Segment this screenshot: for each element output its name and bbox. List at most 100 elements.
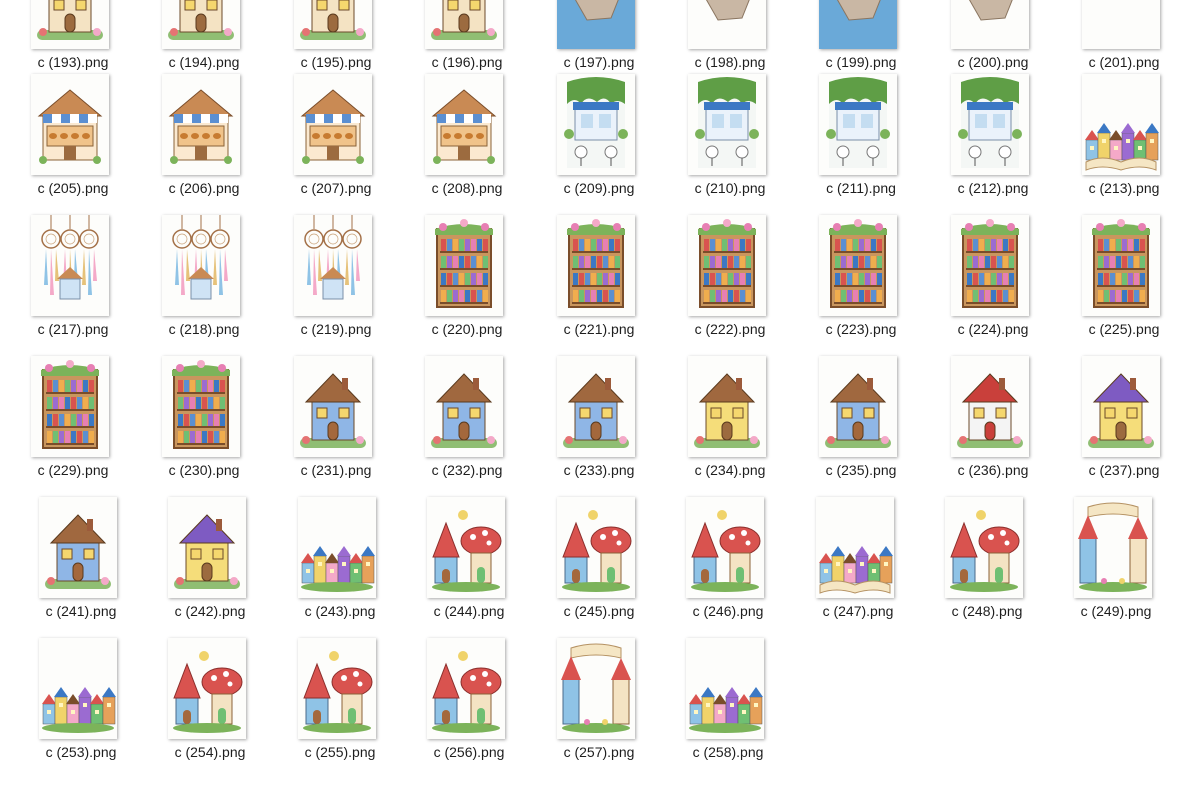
file-thumbnail[interactable] bbox=[816, 497, 894, 598]
file-name[interactable]: c (236).png bbox=[933, 462, 1053, 478]
file-name[interactable]: c (256).png bbox=[409, 744, 529, 760]
file-name[interactable]: c (212).png bbox=[933, 180, 1053, 196]
file-item[interactable]: c (225).png bbox=[1064, 215, 1184, 347]
file-item[interactable]: c (199).png bbox=[801, 0, 921, 80]
file-item[interactable]: c (219).png bbox=[276, 215, 396, 347]
file-thumbnail[interactable] bbox=[686, 497, 764, 598]
file-item[interactable]: c (229).png bbox=[13, 356, 133, 488]
file-thumbnail[interactable] bbox=[1082, 356, 1160, 457]
file-name[interactable]: c (219).png bbox=[276, 321, 396, 337]
file-name[interactable]: c (193).png bbox=[13, 54, 133, 70]
file-thumbnail[interactable] bbox=[294, 74, 372, 175]
file-item[interactable]: c (258).png bbox=[668, 638, 788, 770]
file-name[interactable]: c (207).png bbox=[276, 180, 396, 196]
file-thumbnail[interactable] bbox=[557, 497, 635, 598]
file-name[interactable]: c (242).png bbox=[150, 603, 270, 619]
file-thumbnail[interactable] bbox=[427, 497, 505, 598]
file-name[interactable]: c (201).png bbox=[1064, 54, 1184, 70]
file-item[interactable]: c (244).png bbox=[409, 497, 529, 629]
file-item[interactable]: c (233).png bbox=[539, 356, 659, 488]
file-name[interactable]: c (195).png bbox=[276, 54, 396, 70]
file-name[interactable]: c (222).png bbox=[670, 321, 790, 337]
file-name[interactable]: c (247).png bbox=[798, 603, 918, 619]
file-item[interactable]: c (247).png bbox=[798, 497, 918, 629]
file-name[interactable]: c (220).png bbox=[407, 321, 527, 337]
file-name[interactable]: c (211).png bbox=[801, 180, 921, 196]
file-thumbnail[interactable] bbox=[945, 497, 1023, 598]
file-item[interactable]: c (230).png bbox=[144, 356, 264, 488]
file-item[interactable]: c (235).png bbox=[801, 356, 921, 488]
file-thumbnail[interactable] bbox=[688, 0, 766, 49]
file-thumbnail[interactable] bbox=[1082, 0, 1160, 49]
file-name[interactable]: c (209).png bbox=[539, 180, 659, 196]
file-thumbnail[interactable] bbox=[168, 497, 246, 598]
file-thumbnail[interactable] bbox=[1074, 497, 1152, 598]
file-thumbnail[interactable] bbox=[819, 215, 897, 316]
file-item[interactable]: c (212).png bbox=[933, 74, 1053, 206]
file-item[interactable]: c (248).png bbox=[927, 497, 1047, 629]
file-item[interactable]: c (217).png bbox=[13, 215, 133, 347]
file-name[interactable]: c (249).png bbox=[1056, 603, 1176, 619]
file-thumbnail[interactable] bbox=[557, 215, 635, 316]
file-name[interactable]: c (223).png bbox=[801, 321, 921, 337]
file-item[interactable]: c (210).png bbox=[670, 74, 790, 206]
file-item[interactable]: c (209).png bbox=[539, 74, 659, 206]
file-thumbnail[interactable] bbox=[425, 0, 503, 49]
file-thumbnail[interactable] bbox=[298, 638, 376, 739]
file-thumbnail[interactable] bbox=[951, 215, 1029, 316]
file-item[interactable]: c (213).png bbox=[1064, 74, 1184, 206]
file-item[interactable]: c (253).png bbox=[21, 638, 141, 770]
file-item[interactable]: c (223).png bbox=[801, 215, 921, 347]
file-name[interactable]: c (205).png bbox=[13, 180, 133, 196]
file-thumbnail[interactable] bbox=[168, 638, 246, 739]
file-thumbnail[interactable] bbox=[557, 0, 635, 49]
file-item[interactable]: c (220).png bbox=[407, 215, 527, 347]
file-item[interactable]: c (193).png bbox=[13, 0, 133, 80]
file-name[interactable]: c (258).png bbox=[668, 744, 788, 760]
file-item[interactable]: c (195).png bbox=[276, 0, 396, 80]
file-thumbnail[interactable] bbox=[294, 215, 372, 316]
file-name[interactable]: c (224).png bbox=[933, 321, 1053, 337]
file-name[interactable]: c (253).png bbox=[21, 744, 141, 760]
file-thumbnail[interactable] bbox=[162, 356, 240, 457]
file-name[interactable]: c (255).png bbox=[280, 744, 400, 760]
file-item[interactable]: c (196).png bbox=[407, 0, 527, 80]
file-thumbnail[interactable] bbox=[427, 638, 505, 739]
file-name[interactable]: c (254).png bbox=[150, 744, 270, 760]
file-item[interactable]: c (197).png bbox=[539, 0, 659, 80]
file-thumbnail[interactable] bbox=[951, 356, 1029, 457]
file-thumbnail[interactable] bbox=[557, 356, 635, 457]
file-name[interactable]: c (241).png bbox=[21, 603, 141, 619]
file-item[interactable]: c (243).png bbox=[280, 497, 400, 629]
file-name[interactable]: c (199).png bbox=[801, 54, 921, 70]
file-thumbnail[interactable] bbox=[39, 638, 117, 739]
file-item[interactable]: c (218).png bbox=[144, 215, 264, 347]
file-name[interactable]: c (198).png bbox=[670, 54, 790, 70]
file-item[interactable]: c (245).png bbox=[539, 497, 659, 629]
file-name[interactable]: c (231).png bbox=[276, 462, 396, 478]
file-item[interactable]: c (211).png bbox=[801, 74, 921, 206]
file-thumbnail[interactable] bbox=[31, 74, 109, 175]
file-item[interactable]: c (200).png bbox=[933, 0, 1053, 80]
file-thumbnail[interactable] bbox=[31, 356, 109, 457]
file-thumbnail[interactable] bbox=[688, 215, 766, 316]
file-thumbnail[interactable] bbox=[425, 215, 503, 316]
file-name[interactable]: c (235).png bbox=[801, 462, 921, 478]
file-name[interactable]: c (196).png bbox=[407, 54, 527, 70]
file-name[interactable]: c (194).png bbox=[144, 54, 264, 70]
file-item[interactable]: c (256).png bbox=[409, 638, 529, 770]
file-thumbnail[interactable] bbox=[686, 638, 764, 739]
file-name[interactable]: c (200).png bbox=[933, 54, 1053, 70]
file-name[interactable]: c (234).png bbox=[670, 462, 790, 478]
file-item[interactable]: c (246).png bbox=[668, 497, 788, 629]
file-name[interactable]: c (218).png bbox=[144, 321, 264, 337]
file-thumbnail[interactable] bbox=[162, 0, 240, 49]
file-item[interactable]: c (237).png bbox=[1064, 356, 1184, 488]
file-thumbnail[interactable] bbox=[425, 356, 503, 457]
file-thumbnail[interactable] bbox=[819, 0, 897, 49]
file-item[interactable]: c (255).png bbox=[280, 638, 400, 770]
file-thumbnail[interactable] bbox=[39, 497, 117, 598]
file-thumbnail[interactable] bbox=[557, 638, 635, 739]
file-item[interactable]: c (241).png bbox=[21, 497, 141, 629]
file-thumbnail[interactable] bbox=[951, 0, 1029, 49]
